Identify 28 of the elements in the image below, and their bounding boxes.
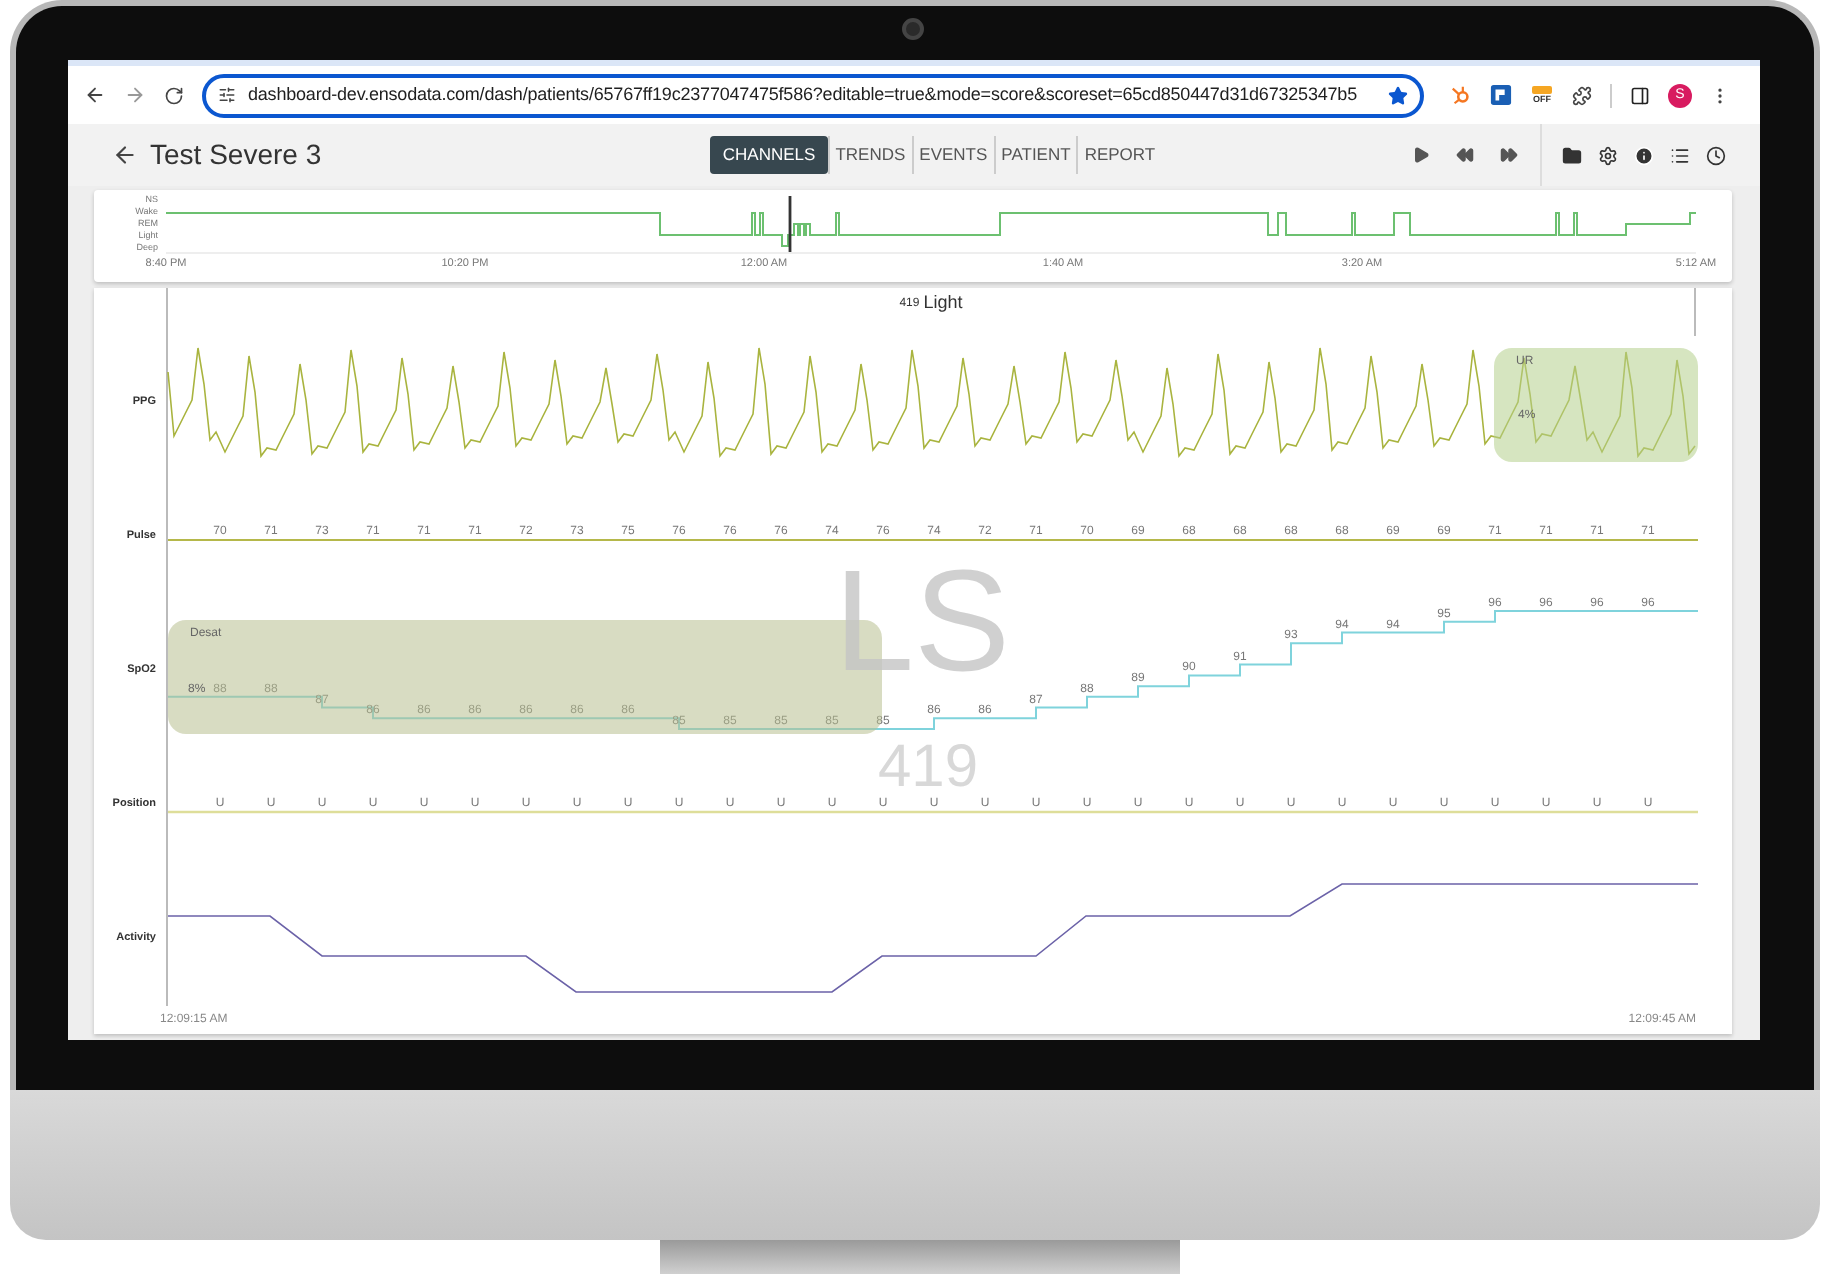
rewind-icon[interactable]: [1456, 146, 1474, 164]
tab[interactable]: TRENDS: [827, 136, 912, 174]
folder-icon[interactable]: [1562, 145, 1582, 165]
address-bar[interactable]: dashboard-dev.ensodata.com/dash/patients/65767ff19c2377047475f586?editable=true&mode=score&scoreset=65cd850447d31d67325347b5: [202, 73, 1424, 117]
back-icon[interactable]: [84, 84, 106, 106]
url-text: dashboard-dev.ensodata.com/dash/patients/65767ff19c2377047475f586?editable=true&mode=score&scoreset=65cd850447d31d67325347b5: [248, 81, 1359, 108]
list-icon[interactable]: [1670, 145, 1690, 165]
play-icon[interactable]: [1412, 146, 1430, 164]
tab[interactable]: EVENTS: [911, 136, 994, 174]
page-title: Test Severe 3: [150, 136, 322, 174]
tab[interactable]: REPORT: [1076, 136, 1162, 174]
info-icon[interactable]: [1634, 145, 1654, 165]
extension-square-icon[interactable]: [1490, 84, 1512, 106]
settings-icon[interactable]: [1598, 145, 1618, 165]
reload-icon[interactable]: [164, 85, 184, 105]
camera-lens: [902, 18, 924, 40]
epoch-stage: Light: [923, 294, 963, 312]
bookmark-star-icon[interactable]: [1388, 85, 1408, 105]
back-arrow-icon[interactable]: [112, 142, 138, 168]
sprocket-icon[interactable]: [1450, 84, 1472, 106]
tab[interactable]: PATIENT: [993, 136, 1077, 174]
tab[interactable]: CHANNELS: [710, 136, 828, 174]
forward-icon[interactable]: [124, 84, 146, 106]
site-info-icon[interactable]: [218, 86, 236, 104]
extensions-icon[interactable]: [1572, 85, 1592, 105]
fast-forward-icon[interactable]: [1500, 146, 1518, 164]
clock-icon[interactable]: [1706, 145, 1726, 165]
side-panel-icon[interactable]: [1630, 85, 1650, 105]
